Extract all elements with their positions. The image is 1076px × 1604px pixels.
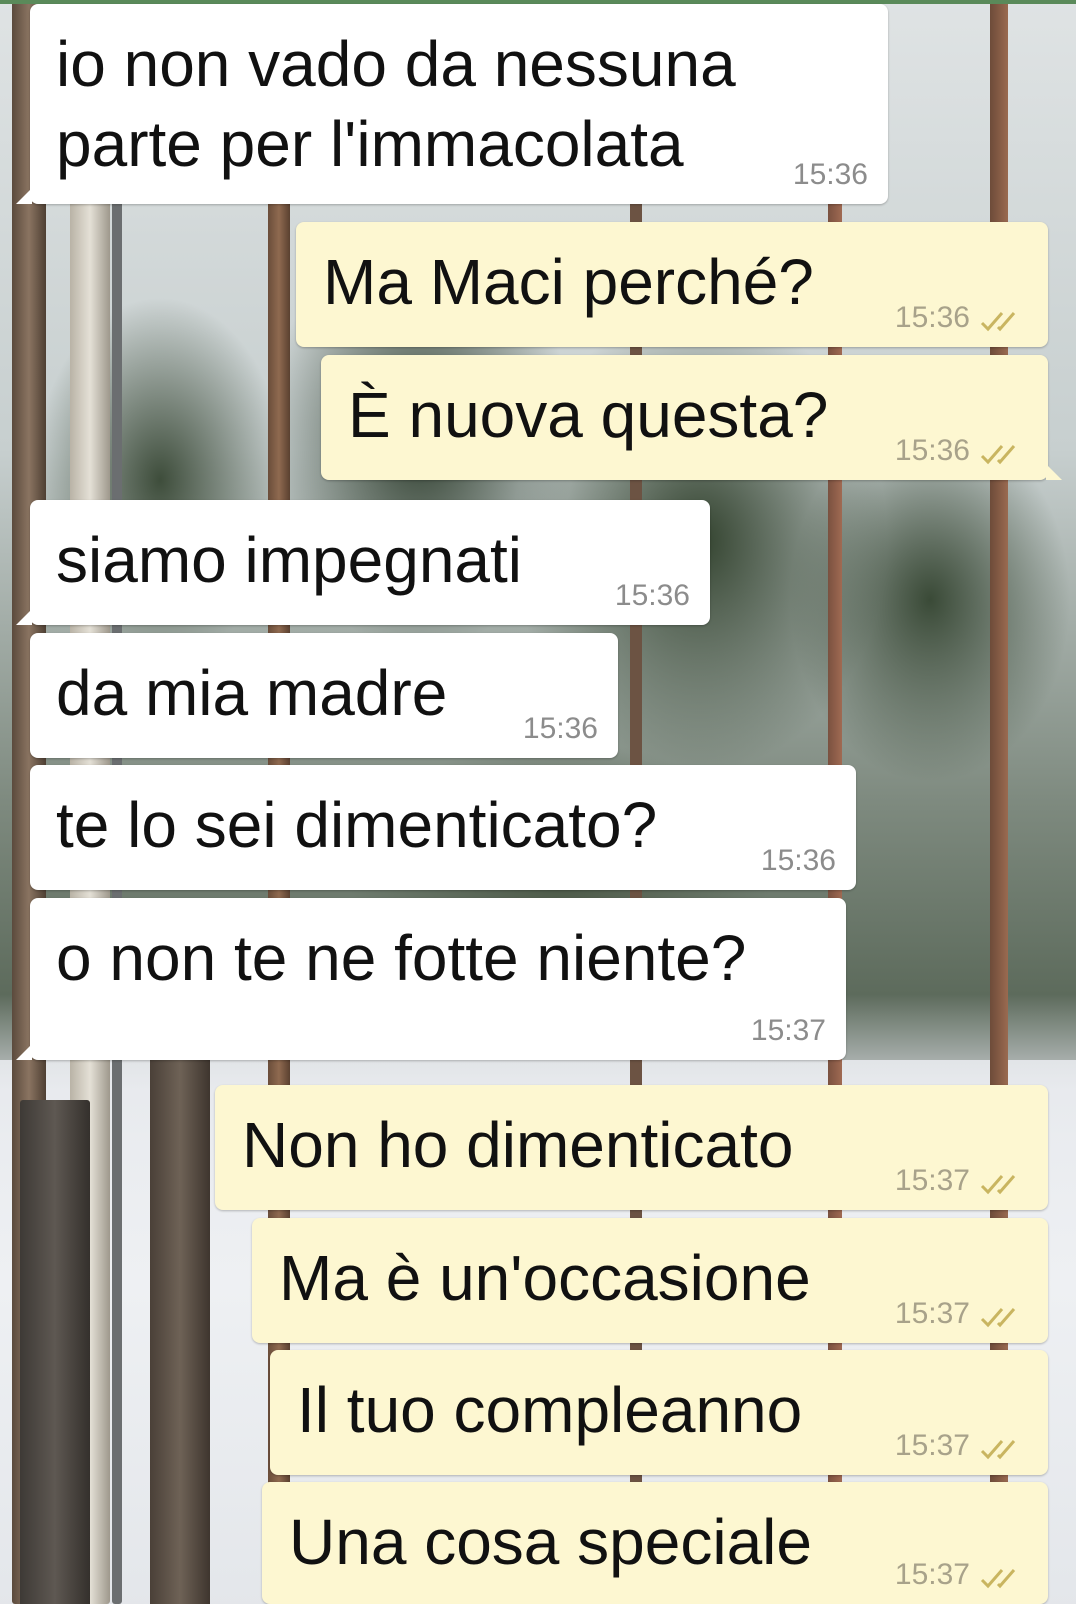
message-timestamp: 15:36 (614, 579, 690, 612)
bubble-tail (16, 1044, 32, 1060)
double-check-icon (980, 1440, 1016, 1460)
outgoing-message[interactable]: È nuova questa? 15:36 (321, 355, 1062, 480)
outgoing-message[interactable]: Ma Maci perché? 15:36 (296, 222, 1048, 347)
message-text: Non ho dimenticato (242, 1109, 794, 1181)
message-timestamp: 15:37 (894, 1297, 970, 1330)
incoming-message[interactable]: da mia madre 15:36 (30, 633, 618, 758)
outgoing-message[interactable]: Non ho dimenticato 15:37 (215, 1085, 1048, 1210)
message-text: Ma Maci perché? (323, 246, 814, 318)
message-timestamp: 15:37 (894, 1429, 970, 1462)
message-text: È nuova questa? (348, 379, 829, 451)
outgoing-message[interactable]: Una cosa speciale 15:37 (262, 1482, 1048, 1604)
message-list[interactable]: io non vado da nessuna parte per l'immac… (0, 0, 1076, 1604)
double-check-icon (980, 1308, 1016, 1328)
message-text: Ma è un'occasione (279, 1242, 811, 1314)
message-timestamp: 15:36 (894, 434, 970, 467)
outgoing-message[interactable]: Ma è un'occasione 15:37 (252, 1218, 1048, 1343)
message-text: o non te ne fotte niente? (56, 922, 747, 994)
bubble-tail (16, 609, 32, 625)
message-text-line: io non vado da nessuna (56, 28, 736, 100)
message-text-line: parte per l'immacolata (56, 108, 684, 180)
message-timestamp: 15:37 (894, 1164, 970, 1197)
double-check-icon (980, 1175, 1016, 1195)
double-check-icon (980, 1569, 1016, 1589)
incoming-message[interactable]: o non te ne fotte niente? 15:37 (16, 898, 846, 1060)
message-timestamp: 15:36 (792, 158, 868, 191)
message-text: da mia madre (56, 657, 448, 729)
incoming-message[interactable]: te lo sei dimenticato? 15:36 (30, 765, 856, 890)
incoming-message[interactable]: io non vado da nessuna parte per l'immac… (16, 4, 888, 204)
double-check-icon (980, 312, 1016, 332)
message-text: siamo impegnati (56, 524, 522, 596)
message-text: Una cosa speciale (289, 1506, 812, 1578)
message-text: te lo sei dimenticato? (56, 789, 658, 861)
bubble-tail (16, 188, 32, 204)
double-check-icon (980, 445, 1016, 465)
outgoing-message[interactable]: Il tuo compleanno 15:37 (270, 1350, 1048, 1475)
message-timestamp: 15:36 (522, 712, 598, 745)
message-text: Il tuo compleanno (297, 1374, 803, 1446)
bubble-tail (1046, 464, 1062, 480)
message-timestamp: 15:36 (760, 844, 836, 877)
message-timestamp: 15:37 (750, 1014, 826, 1047)
message-timestamp: 15:36 (894, 301, 970, 334)
incoming-message[interactable]: siamo impegnati 15:36 (16, 500, 710, 625)
message-timestamp: 15:37 (894, 1558, 970, 1591)
